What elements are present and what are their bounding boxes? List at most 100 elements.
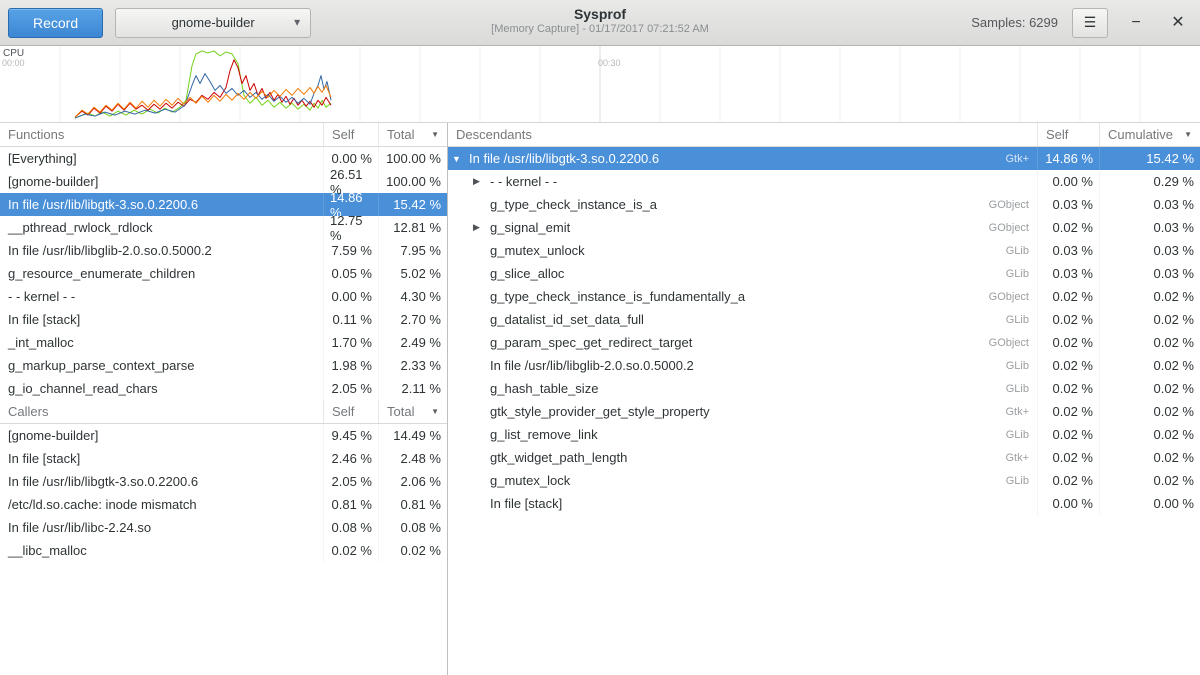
descendant-self-value: 0.02 % xyxy=(1038,446,1100,469)
descendant-self-value: 0.02 % xyxy=(1038,308,1100,331)
caller-row[interactable]: In file [stack] 2.46 % 2.48 % xyxy=(0,447,447,470)
expander-icon[interactable]: ▶ xyxy=(473,222,490,233)
function-name: g_resource_enumerate_children xyxy=(0,262,324,285)
descendant-row[interactable]: ▶ - - kernel - - 0.00 % 0.29 % xyxy=(448,170,1200,193)
functions-total-column-header[interactable]: Total ▼ xyxy=(379,123,447,146)
descendant-cumulative-value: 0.00 % xyxy=(1100,492,1200,515)
function-name: In file /usr/lib/libglib-2.0.so.0.5000.2 xyxy=(0,239,324,262)
descendant-row[interactable]: In file [stack] 0.00 % 0.00 % xyxy=(448,492,1200,515)
function-row[interactable]: - - kernel - - 0.00 % 4.30 % xyxy=(0,285,447,308)
descendant-row[interactable]: g_type_check_instance_is_fundamentally_a… xyxy=(448,285,1200,308)
descendant-cumulative-value: 0.02 % xyxy=(1100,423,1200,446)
descendant-name: In file [stack] xyxy=(490,496,562,511)
library-badge: Gtk+ xyxy=(995,406,1029,418)
function-total-value: 12.81 % xyxy=(379,216,447,239)
function-row[interactable]: In file [stack] 0.11 % 2.70 % xyxy=(0,308,447,331)
descendant-self-value: 0.02 % xyxy=(1038,285,1100,308)
descendant-row[interactable]: In file /usr/lib/libglib-2.0.so.0.5000.2… xyxy=(448,354,1200,377)
library-badge: Gtk+ xyxy=(995,452,1029,464)
caller-row[interactable]: In file /usr/lib/libc-2.24.so 0.08 % 0.0… xyxy=(0,516,447,539)
descendant-row[interactable]: g_mutex_unlock GLib 0.03 % 0.03 % xyxy=(448,239,1200,262)
callers-column-header[interactable]: Callers xyxy=(0,400,324,423)
descendant-row[interactable]: g_type_check_instance_is_a GObject 0.03 … xyxy=(448,193,1200,216)
descendant-row[interactable]: g_param_spec_get_redirect_target GObject… xyxy=(448,331,1200,354)
descendant-name: g_type_check_instance_is_a xyxy=(490,197,657,212)
record-button[interactable]: Record xyxy=(8,8,103,38)
caller-row[interactable]: /etc/ld.so.cache: inode mismatch 0.81 % … xyxy=(0,493,447,516)
descendant-name: In file /usr/lib/libglib-2.0.so.0.5000.2 xyxy=(490,358,694,373)
library-badge: GObject xyxy=(979,291,1029,303)
caller-row[interactable]: [gnome-builder] 9.45 % 14.49 % xyxy=(0,424,447,447)
descendant-cumulative-value: 0.29 % xyxy=(1100,170,1200,193)
function-row[interactable]: [Everything] 0.00 % 100.00 % xyxy=(0,147,447,170)
library-badge: GLib xyxy=(996,429,1029,441)
function-row[interactable]: _int_malloc 1.70 % 2.49 % xyxy=(0,331,447,354)
library-badge: GObject xyxy=(979,222,1029,234)
descendant-row[interactable]: g_datalist_id_set_data_full GLib 0.02 % … xyxy=(448,308,1200,331)
process-selector[interactable]: gnome-builder ▾ xyxy=(115,8,311,38)
expander-icon[interactable]: ▼ xyxy=(452,154,469,164)
function-row[interactable]: In file /usr/lib/libglib-2.0.so.0.5000.2… xyxy=(0,239,447,262)
time-label-start: 00:00 xyxy=(2,58,25,68)
descendant-cumulative-value: 0.02 % xyxy=(1100,469,1200,492)
function-row[interactable]: g_markup_parse_context_parse 1.98 % 2.33… xyxy=(0,354,447,377)
function-row[interactable]: g_resource_enumerate_children 0.05 % 5.0… xyxy=(0,262,447,285)
cpu-timeline[interactable]: CPU 00:00 00:30 xyxy=(0,46,1200,123)
descendant-cumulative-value: 0.02 % xyxy=(1100,354,1200,377)
caller-self-value: 0.02 % xyxy=(324,539,379,562)
function-row[interactable]: __pthread_rwlock_rdlock 12.75 % 12.81 % xyxy=(0,216,447,239)
function-name: [Everything] xyxy=(0,147,324,170)
functions-column-label: Functions xyxy=(8,127,64,142)
expander-icon[interactable]: ▶ xyxy=(473,176,490,187)
function-row[interactable]: [gnome-builder] 26.51 % 100.00 % xyxy=(0,170,447,193)
descendants-cumulative-column-header[interactable]: Cumulative ▼ xyxy=(1100,123,1200,146)
caller-total-value: 14.49 % xyxy=(379,424,447,447)
functions-self-column-label: Self xyxy=(332,127,354,142)
library-badge: GLib xyxy=(996,360,1029,372)
descendant-self-value: 0.03 % xyxy=(1038,193,1100,216)
descendant-name: g_datalist_id_set_data_full xyxy=(490,312,644,327)
caller-name: __libc_malloc xyxy=(0,539,324,562)
main-panes: Functions Self Total ▼ [Everything] 0.00… xyxy=(0,123,1200,675)
caller-row[interactable]: In file /usr/lib/libgtk-3.so.0.2200.6 2.… xyxy=(0,470,447,493)
descendant-self-value: 0.03 % xyxy=(1038,239,1100,262)
descendants-table: Descendants Self Cumulative ▼ ▼ xyxy=(448,123,1200,515)
header-right-group: Samples: 6299 ☰ − ✕ xyxy=(971,8,1192,38)
descendants-self-column-header[interactable]: Self xyxy=(1038,123,1100,146)
callers-self-column-header[interactable]: Self xyxy=(324,400,379,423)
descendant-cumulative-value: 0.03 % xyxy=(1100,239,1200,262)
minimize-button[interactable]: − xyxy=(1122,9,1150,37)
descendant-self-value: 14.86 % xyxy=(1038,147,1100,170)
functions-total-column-label: Total xyxy=(387,127,414,142)
descendant-name: g_slice_alloc xyxy=(490,266,564,281)
functions-self-column-header[interactable]: Self xyxy=(324,123,379,146)
descendant-row[interactable]: g_mutex_lock GLib 0.02 % 0.02 % xyxy=(448,469,1200,492)
descendant-row[interactable]: g_slice_alloc GLib 0.03 % 0.03 % xyxy=(448,262,1200,285)
descendant-name: g_hash_table_size xyxy=(490,381,598,396)
function-name: __pthread_rwlock_rdlock xyxy=(0,216,324,239)
descendant-row[interactable]: ▼ In file /usr/lib/libgtk-3.so.0.2200.6 … xyxy=(448,147,1200,170)
close-button[interactable]: ✕ xyxy=(1164,9,1192,37)
callers-total-column-header[interactable]: Total ▼ xyxy=(379,400,447,423)
sort-indicator-icon: ▼ xyxy=(431,407,439,416)
descendants-column-label: Descendants xyxy=(456,127,532,142)
descendant-row[interactable]: gtk_widget_path_length Gtk+ 0.02 % 0.02 … xyxy=(448,446,1200,469)
menu-button[interactable]: ☰ xyxy=(1072,8,1108,38)
caller-self-value: 0.81 % xyxy=(324,493,379,516)
descendant-self-value: 0.02 % xyxy=(1038,216,1100,239)
function-self-value: 0.11 % xyxy=(324,308,379,331)
descendant-row[interactable]: gtk_style_provider_get_style_property Gt… xyxy=(448,400,1200,423)
caller-row[interactable]: __libc_malloc 0.02 % 0.02 % xyxy=(0,539,447,562)
function-name: - - kernel - - xyxy=(0,285,324,308)
descendant-row[interactable]: g_hash_table_size GLib 0.02 % 0.02 % xyxy=(448,377,1200,400)
descendant-row[interactable]: ▶ g_signal_emit GObject 0.02 % 0.03 % xyxy=(448,216,1200,239)
close-icon: ✕ xyxy=(1171,14,1184,31)
descendant-self-value: 0.00 % xyxy=(1038,170,1100,193)
callers-table: Callers Self Total ▼ [gnome-builder] 9.4… xyxy=(0,400,447,562)
functions-column-header[interactable]: Functions xyxy=(0,123,324,146)
function-row[interactable]: g_io_channel_read_chars 2.05 % 2.11 % xyxy=(0,377,447,400)
function-row[interactable]: In file /usr/lib/libgtk-3.so.0.2200.6 14… xyxy=(0,193,447,216)
caller-name: In file [stack] xyxy=(0,447,324,470)
descendants-column-header[interactable]: Descendants xyxy=(448,123,1038,146)
descendant-row[interactable]: g_list_remove_link GLib 0.02 % 0.02 % xyxy=(448,423,1200,446)
